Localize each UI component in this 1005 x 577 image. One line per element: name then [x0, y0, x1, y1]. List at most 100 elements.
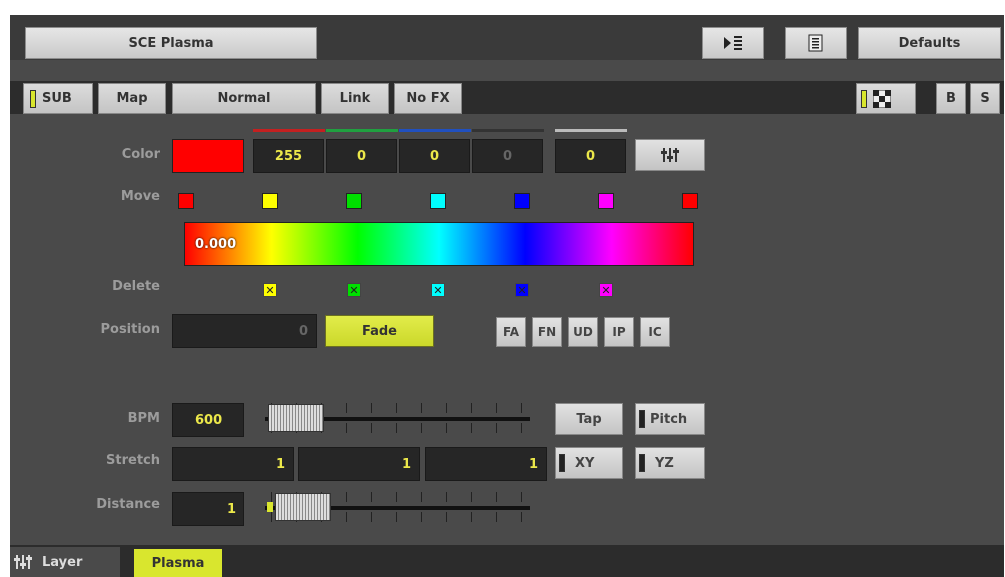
fn-button[interactable]: FN [532, 317, 562, 347]
fade-button[interactable]: Fade [325, 315, 434, 347]
stretch-x-field[interactable]: 1 [172, 447, 294, 481]
fa-button[interactable]: FA [496, 317, 526, 347]
slider-tick-top [396, 492, 397, 502]
stretch-z-field[interactable]: 1 [425, 447, 547, 481]
distance-slider-handle[interactable] [275, 493, 331, 521]
slider-tick-bottom [521, 512, 522, 522]
distance-slider[interactable] [265, 488, 530, 528]
move-color-square[interactable] [430, 193, 446, 209]
slider-tick-top [446, 403, 447, 413]
s-button[interactable]: S [970, 83, 1000, 114]
slider-tick-bottom [446, 512, 447, 522]
yz-label: YZ [655, 455, 674, 471]
slider-tick-bottom [421, 423, 422, 433]
sub-button[interactable]: SUB [23, 83, 93, 114]
color-mixer-button[interactable] [635, 139, 705, 171]
color-label: Color [121, 147, 160, 162]
mask-indicator [861, 89, 867, 108]
slider-tick-bottom [371, 512, 372, 522]
white-value-field[interactable]: 0 [472, 139, 543, 173]
xy-button[interactable]: XY [555, 447, 623, 479]
slider-tick-bottom [471, 423, 472, 433]
alpha-channel-bar [555, 129, 627, 132]
move-color-square[interactable] [598, 193, 614, 209]
gradient-value: 0.000 [195, 237, 237, 252]
preset-button[interactable] [785, 27, 847, 59]
slider-tick-bottom [396, 512, 397, 522]
slider-tick-bottom [471, 512, 472, 522]
delete-color-button[interactable]: ✕ [599, 283, 613, 297]
red-value-field[interactable]: 255 [253, 139, 324, 173]
layer-tab-label: Layer [42, 554, 83, 570]
distance-slider-fill [267, 502, 273, 512]
ic-button[interactable]: IC [640, 317, 670, 347]
effect-name-button[interactable]: SCE Plasma [25, 27, 317, 59]
pitch-indicator [639, 410, 645, 428]
slider-tick-bottom [496, 423, 497, 433]
slider-tick-bottom [446, 423, 447, 433]
layer-tab[interactable]: Layer [10, 547, 120, 577]
sub-label: SUB [42, 91, 72, 106]
pitch-label: Pitch [650, 411, 688, 427]
slider-tick-bottom [271, 512, 272, 522]
slider-tick-top [521, 492, 522, 502]
slider-tick-bottom [421, 512, 422, 522]
slider-tick-bottom [521, 423, 522, 433]
tap-button[interactable]: Tap [555, 403, 623, 435]
mask-button[interactable] [856, 83, 916, 114]
move-color-square[interactable] [346, 193, 362, 209]
sub-indicator [30, 89, 36, 108]
position-field[interactable]: 0 [172, 314, 317, 348]
xy-label: XY [575, 455, 595, 471]
delete-color-button[interactable]: ✕ [263, 283, 277, 297]
delete-color-button[interactable]: ✕ [431, 283, 445, 297]
move-color-square[interactable] [178, 193, 194, 209]
slider-tick-top [521, 403, 522, 413]
slider-tick-bottom [371, 423, 372, 433]
stretch-y-field[interactable]: 1 [298, 447, 420, 481]
blue-value-field[interactable]: 0 [399, 139, 470, 173]
plasma-tab[interactable]: Plasma [134, 549, 222, 577]
slider-tick-bottom [346, 512, 347, 522]
blend-mode-button[interactable]: Normal [172, 83, 316, 114]
effect-panel: SCE Plasma Defaults SUB Map Normal Link … [10, 15, 1004, 577]
green-channel-bar [326, 129, 398, 132]
slider-tick-bottom [346, 423, 347, 433]
no-fx-button[interactable]: No FX [394, 83, 462, 114]
slider-tick-top [496, 403, 497, 413]
move-color-square[interactable] [262, 193, 278, 209]
slider-tick-top [471, 403, 472, 413]
map-button[interactable]: Map [98, 83, 166, 114]
delete-color-button[interactable]: ✕ [347, 283, 361, 297]
ip-button[interactable]: IP [604, 317, 634, 347]
play-list-button[interactable] [702, 27, 764, 59]
color-swatch[interactable] [172, 139, 244, 173]
checkerboard-icon [873, 89, 891, 108]
delete-color-button[interactable]: ✕ [515, 283, 529, 297]
play-list-icon [724, 36, 742, 50]
move-label: Move [120, 189, 160, 204]
slider-tick-top [371, 492, 372, 502]
bpm-slider[interactable] [265, 399, 530, 439]
stretch-label: Stretch [106, 453, 160, 468]
slider-tick-top [346, 403, 347, 413]
bpm-slider-handle[interactable] [268, 404, 324, 432]
slider-tick-top [496, 492, 497, 502]
move-color-square[interactable] [682, 193, 698, 209]
distance-field[interactable]: 1 [172, 492, 244, 526]
yz-button[interactable]: YZ [635, 447, 705, 479]
blue-channel-bar [399, 129, 471, 132]
ud-button[interactable]: UD [568, 317, 598, 347]
pitch-button[interactable]: Pitch [635, 403, 705, 435]
b-button[interactable]: B [936, 83, 966, 114]
green-value-field[interactable]: 0 [326, 139, 397, 173]
white-channel-bar [472, 129, 544, 132]
defaults-button[interactable]: Defaults [858, 27, 1001, 59]
slider-tick-bottom [396, 423, 397, 433]
alpha-value-field[interactable]: 0 [555, 139, 626, 173]
move-color-square[interactable] [514, 193, 530, 209]
slider-tick-top [346, 492, 347, 502]
bpm-field[interactable]: 600 [172, 403, 244, 437]
link-button[interactable]: Link [321, 83, 389, 114]
color-gradient-bar[interactable]: 0.000 [184, 222, 694, 266]
